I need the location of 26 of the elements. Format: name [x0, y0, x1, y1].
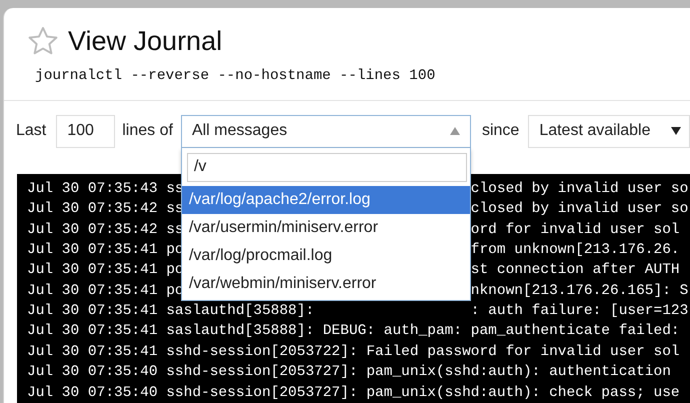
log-line: : auth failure: [user=123 [470, 302, 688, 322]
log-line: Jul 30 07:35:40 sshd-session[2053727]: pam_unix(sshd:auth): authentication [27, 364, 671, 380]
log-line: from unknown[213.176.26. [470, 240, 680, 260]
dropdown-option[interactable]: /var/usermin/miniserv.error [182, 214, 470, 242]
command-text: journalctl --reverse --no-hostname --lines 100 [35, 67, 436, 86]
log-line: Jul 30 07:35:41 saslauthd[35888]: [27, 303, 314, 320]
log-source-select[interactable]: All messages [180, 114, 471, 148]
log-line: Jul 30 07:35:41 sshd-session[2053722]: Failed password for invalid user sol [27, 344, 680, 360]
lines-of-label: lines of [122, 121, 173, 142]
lines-count-field[interactable]: 100 [56, 114, 116, 148]
log-line: Jul 30 07:35:40 sshd-session[2053727]: pam_unix(sshd:auth): check pass; use [27, 384, 680, 401]
dropdown-option[interactable]: /var/log/apache2/error.log [182, 186, 470, 214]
last-label: Last [16, 121, 46, 142]
log-line: closed by invalid user so [470, 180, 688, 199]
dropdown-option[interactable]: /var/log/procmail.log [182, 242, 470, 270]
log-line: closed by invalid user so [470, 200, 688, 220]
page-title: View Journal [68, 28, 222, 54]
dropdown-option[interactable]: /var/webmin/miniserv.error [182, 270, 470, 298]
log-line: Jul 30 07:35:41 saslauthd[35888]: DEBUG: auth_pam: pam_authenticate failed: [27, 323, 680, 340]
log-line: nknown[213.176.26.165]: S [470, 282, 688, 301]
star-icon[interactable] [27, 26, 59, 56]
since-select[interactable]: Latest available [528, 114, 690, 148]
log-line: st connection after AUTH [470, 261, 680, 280]
search-field[interactable]: /v [186, 152, 467, 182]
since-label: since [482, 121, 520, 142]
log-line: ord for invalid user sol [470, 220, 680, 240]
